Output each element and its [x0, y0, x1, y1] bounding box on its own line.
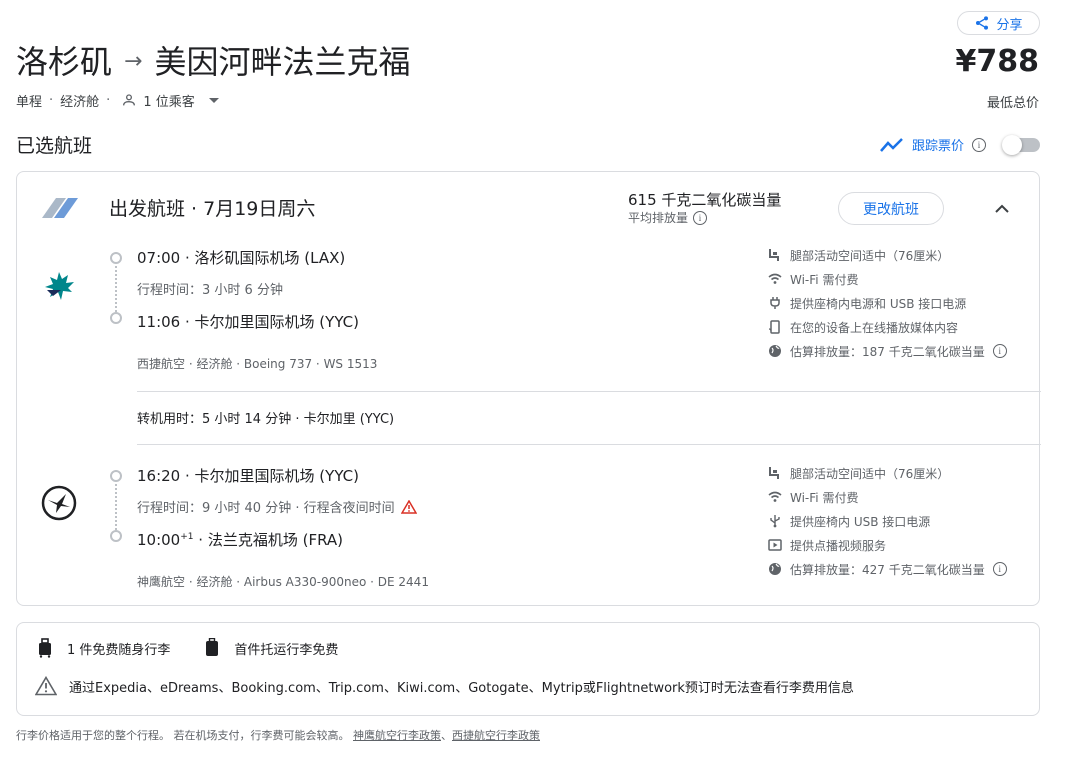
- caret-down-icon: [208, 97, 219, 103]
- arrival-info: 11:06 · 卡尔加里国际机场 (YYC): [137, 313, 359, 331]
- airline-logo-icon: [42, 198, 78, 218]
- power-plug-icon: [770, 297, 780, 309]
- arrow-right-icon: →: [124, 49, 143, 74]
- person-icon: [123, 94, 136, 106]
- share-label: 分享: [996, 17, 1023, 33]
- trip-meta: 单程 · 经济舱 · 1 位乘客: [16, 90, 219, 110]
- baggage-card: 1 件免费随身行李 首件托运行李免费 通过Expedia、eDreams、Boo…: [16, 622, 1040, 716]
- carry-on-bag: 1 件免费随身行李: [37, 638, 170, 658]
- track-prices[interactable]: 跟踪票价 i: [880, 134, 1040, 155]
- travel-time: 行程时间：9 小时 40 分钟 · 行程含夜间时间: [137, 497, 417, 516]
- westjet-baggage-policy-link[interactable]: 西捷航空行李政策: [452, 729, 540, 742]
- video-icon: [768, 539, 782, 551]
- checked-bag-icon: [206, 638, 219, 656]
- carry-on-bag-icon: [39, 638, 51, 658]
- price-label: 最低总价: [986, 96, 1039, 111]
- amenity-wifi: Wi-Fi 需付费: [768, 485, 1007, 509]
- track-prices-label: 跟踪票价: [911, 139, 964, 154]
- baggage-warning: 通过Expedia、eDreams、Booking.com、Trip.com、K…: [35, 676, 854, 696]
- globe-icon: [769, 563, 781, 575]
- condor-logo-icon: [41, 485, 77, 521]
- amenities-list: 腿部活动空间适中（76厘米） Wi-Fi 需付费 提供座椅内 USB 接口电源 …: [768, 461, 1007, 581]
- usb-icon: [770, 515, 780, 528]
- info-icon[interactable]: i: [972, 137, 986, 152]
- departure-info: 16:20 · 卡尔加里国际机场 (YYC): [137, 467, 359, 485]
- device-stream-icon: [768, 320, 780, 334]
- globe-icon: [769, 345, 781, 357]
- trend-icon: [880, 137, 903, 152]
- condor-baggage-policy-link[interactable]: 神鹰航空行李政策: [353, 729, 441, 742]
- warning-icon: [35, 676, 57, 696]
- wifi-icon: [768, 491, 782, 502]
- departure-info: 07:00 · 洛杉矶国际机场 (LAX): [137, 249, 346, 267]
- co2-average: 平均排放量 i: [628, 209, 708, 226]
- divider: [137, 444, 1041, 445]
- layover-info: 转机用时：5 小时 14 分钟 · 卡尔加里 (YYC): [137, 412, 395, 427]
- checked-bag: 首件托运行李免费: [204, 638, 338, 658]
- info-icon[interactable]: i: [693, 210, 708, 225]
- amenity-streaming: 在您的设备上在线播放媒体内容: [768, 315, 1007, 339]
- amenity-video: 提供点播视频服务: [768, 533, 1007, 557]
- flight-detail: 神鹰航空 · 经济舱 · Airbus A330-900neo · DE 244…: [137, 575, 429, 589]
- selected-flights-heading: 已选航班: [16, 135, 93, 157]
- wifi-icon: [768, 273, 782, 284]
- passenger-selector[interactable]: 1 位乘客: [121, 91, 219, 110]
- change-flight-button[interactable]: 更改航班: [838, 192, 944, 225]
- legroom-icon: [769, 249, 779, 261]
- origin-city: 洛杉矶: [16, 43, 113, 81]
- warning-icon: [400, 499, 417, 514]
- track-prices-toggle[interactable]: [1002, 134, 1040, 155]
- flight-card: 出发航班 · 7月19日周六 615 千克二氧化碳当量 平均排放量 i 更改航班…: [16, 171, 1041, 606]
- baggage-footer: 行李价格适用于您的整个行程。 若在机场支付，行李费可能会较高。 神鹰航空行李政策…: [16, 729, 540, 742]
- cabin-class: 经济舱: [60, 94, 100, 110]
- share-button[interactable]: 分享: [957, 11, 1040, 35]
- amenity-legroom: 腿部活动空间适中（76厘米）: [768, 243, 1007, 267]
- amenity-legroom: 腿部活动空间适中（76厘米）: [768, 461, 1007, 485]
- divider: [137, 391, 1041, 392]
- chevron-up-icon[interactable]: [992, 199, 1012, 219]
- trip-type: 单程: [16, 94, 43, 110]
- legroom-icon: [769, 467, 779, 479]
- flight-detail: 西捷航空 · 经济舱 · Boeing 737 · WS 1513: [137, 357, 378, 371]
- arrival-info: 10:00+1 · 法兰克福机场 (FRA): [137, 531, 343, 549]
- timeline: [109, 470, 123, 542]
- amenity-emissions: 估算排放量：427 千克二氧化碳当量 i: [768, 557, 1007, 581]
- westjet-logo-icon: [45, 272, 74, 300]
- share-icon: [976, 16, 989, 30]
- amenity-wifi: Wi-Fi 需付费: [768, 267, 1007, 291]
- route-title: 洛杉矶 → 美因河畔法兰克福: [16, 42, 410, 82]
- passenger-count: 1 位乘客: [143, 94, 195, 110]
- amenity-emissions: 估算排放量：187 千克二氧化碳当量 i: [768, 339, 1007, 363]
- info-icon[interactable]: i: [992, 562, 1007, 576]
- co2-total: 615 千克二氧化碳当量: [628, 191, 782, 209]
- info-icon[interactable]: i: [992, 344, 1007, 358]
- amenities-list: 腿部活动空间适中（76厘米） Wi-Fi 需付费 提供座椅内电源和 USB 接口…: [768, 243, 1007, 363]
- timeline: [109, 252, 123, 324]
- total-price: ¥788: [955, 44, 1040, 79]
- travel-time: 行程时间：3 小时 6 分钟: [137, 283, 283, 298]
- amenity-power: 提供座椅内电源和 USB 接口电源: [768, 291, 1007, 315]
- amenity-usb: 提供座椅内 USB 接口电源: [768, 509, 1007, 533]
- destination-city: 美因河畔法兰克福: [154, 43, 411, 81]
- departure-title: 出发航班 · 7月19日周六: [109, 198, 316, 220]
